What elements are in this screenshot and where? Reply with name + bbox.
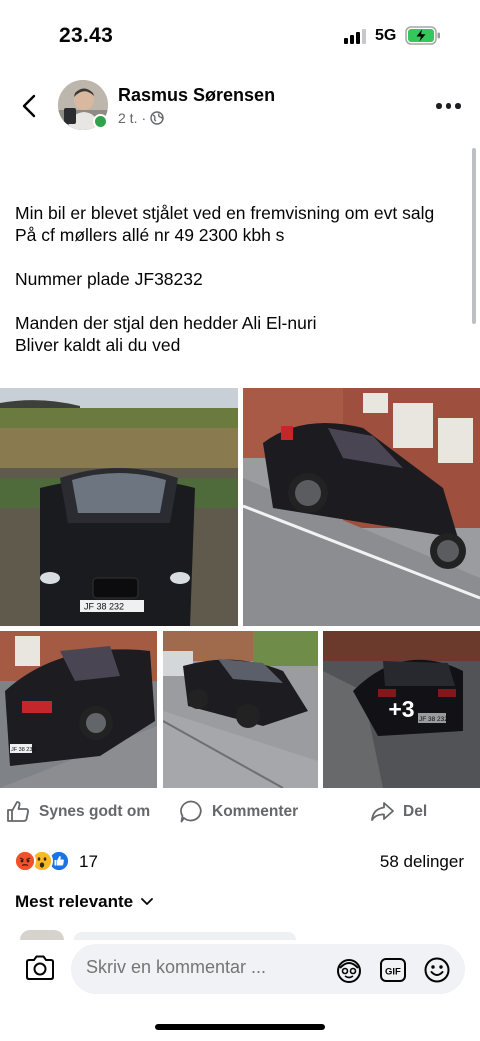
post-meta: 2 t. ·	[118, 110, 164, 126]
post-text-line: Bliver kaldt ali du ved	[15, 335, 181, 355]
post-text-line: Min bil er blevet stjålet ved en fremvis…	[15, 203, 435, 223]
post-photo-4[interactable]	[163, 631, 318, 788]
reactions-row: 17 58 delinger	[0, 848, 480, 876]
scrollbar[interactable]	[472, 148, 476, 324]
share-arrow-icon	[371, 802, 394, 821]
more-photos-overlay[interactable]: +3	[323, 631, 480, 788]
like-button[interactable]: Synes godt om	[6, 799, 150, 824]
like-label: Synes godt om	[39, 802, 151, 820]
dot-icon	[436, 103, 442, 109]
more-options-button[interactable]	[436, 101, 464, 111]
comment-input[interactable]	[86, 957, 316, 978]
chevron-down-icon	[141, 898, 154, 905]
dot-icon	[455, 103, 461, 109]
comment-button[interactable]: Kommenter	[179, 799, 298, 824]
post-text-blank-line	[15, 290, 465, 312]
post-text-blank-line	[15, 246, 465, 268]
cellular-signal-icon	[344, 29, 366, 44]
post-photo-2[interactable]	[243, 388, 480, 626]
comment-sort-dropdown[interactable]: Mest relevante	[15, 892, 154, 912]
comment-label: Kommenter	[212, 802, 299, 820]
status-time: 23.43	[59, 24, 114, 47]
sort-label: Mest relevante	[15, 892, 134, 911]
emoji-icon[interactable]	[423, 956, 451, 984]
reaction-count[interactable]: 17	[79, 852, 98, 872]
battery-icon	[405, 26, 440, 45]
dot-icon	[445, 103, 451, 109]
thumbs-up-icon	[7, 801, 29, 822]
camera-icon[interactable]	[24, 953, 56, 983]
comment-bubble-peek	[74, 932, 296, 940]
status-bar: 23.43 5G	[0, 0, 480, 70]
globe-icon	[150, 111, 164, 125]
license-plate-text: JF 38 232	[84, 602, 124, 612]
post-text-line: Nummer plade JF38232	[15, 269, 203, 289]
share-label: Del	[403, 802, 428, 820]
home-indicator[interactable]	[155, 1024, 325, 1030]
chevron-left-icon	[22, 94, 36, 118]
post-header: Rasmus Sørensen 2 t. ·	[0, 75, 480, 139]
share-button[interactable]: Del	[370, 799, 427, 824]
post-text-line: Manden der stjal den hedder Ali El-nuri	[15, 313, 317, 333]
post-photo-3[interactable]: JF 38 232	[0, 631, 157, 788]
author-name[interactable]: Rasmus Sørensen	[118, 85, 275, 106]
comment-box[interactable]: GIF	[71, 944, 465, 994]
avatar-sticker-icon[interactable]	[335, 956, 363, 984]
post-action-bar: Synes godt om Kommenter Del	[0, 795, 480, 833]
license-plate-text: JF 38 232	[11, 747, 35, 753]
post-text-line: På cf møllers allé nr 49 2300 kbh s	[15, 225, 285, 245]
comment-bubble-icon	[180, 800, 202, 823]
svg-text:GIF: GIF	[385, 967, 401, 978]
network-type: 5G	[375, 27, 397, 44]
comment-avatar-peek	[20, 930, 64, 940]
comment-composer: GIF	[0, 940, 480, 1000]
angry-icon	[14, 850, 36, 872]
post-photo-5[interactable]: JF 38 232 +3	[323, 631, 480, 788]
back-button[interactable]	[16, 91, 42, 121]
post-time: 2 t.	[118, 110, 138, 126]
post-text: Min bil er blevet stjålet ved en fremvis…	[15, 202, 465, 356]
share-count[interactable]: 58 delinger	[380, 852, 464, 872]
post-photo-1[interactable]: JF 38 232	[0, 388, 238, 626]
gif-icon[interactable]: GIF	[379, 956, 407, 984]
reaction-icons[interactable]	[14, 850, 70, 872]
meta-separator: ·	[141, 110, 147, 126]
online-status-dot	[93, 114, 108, 129]
